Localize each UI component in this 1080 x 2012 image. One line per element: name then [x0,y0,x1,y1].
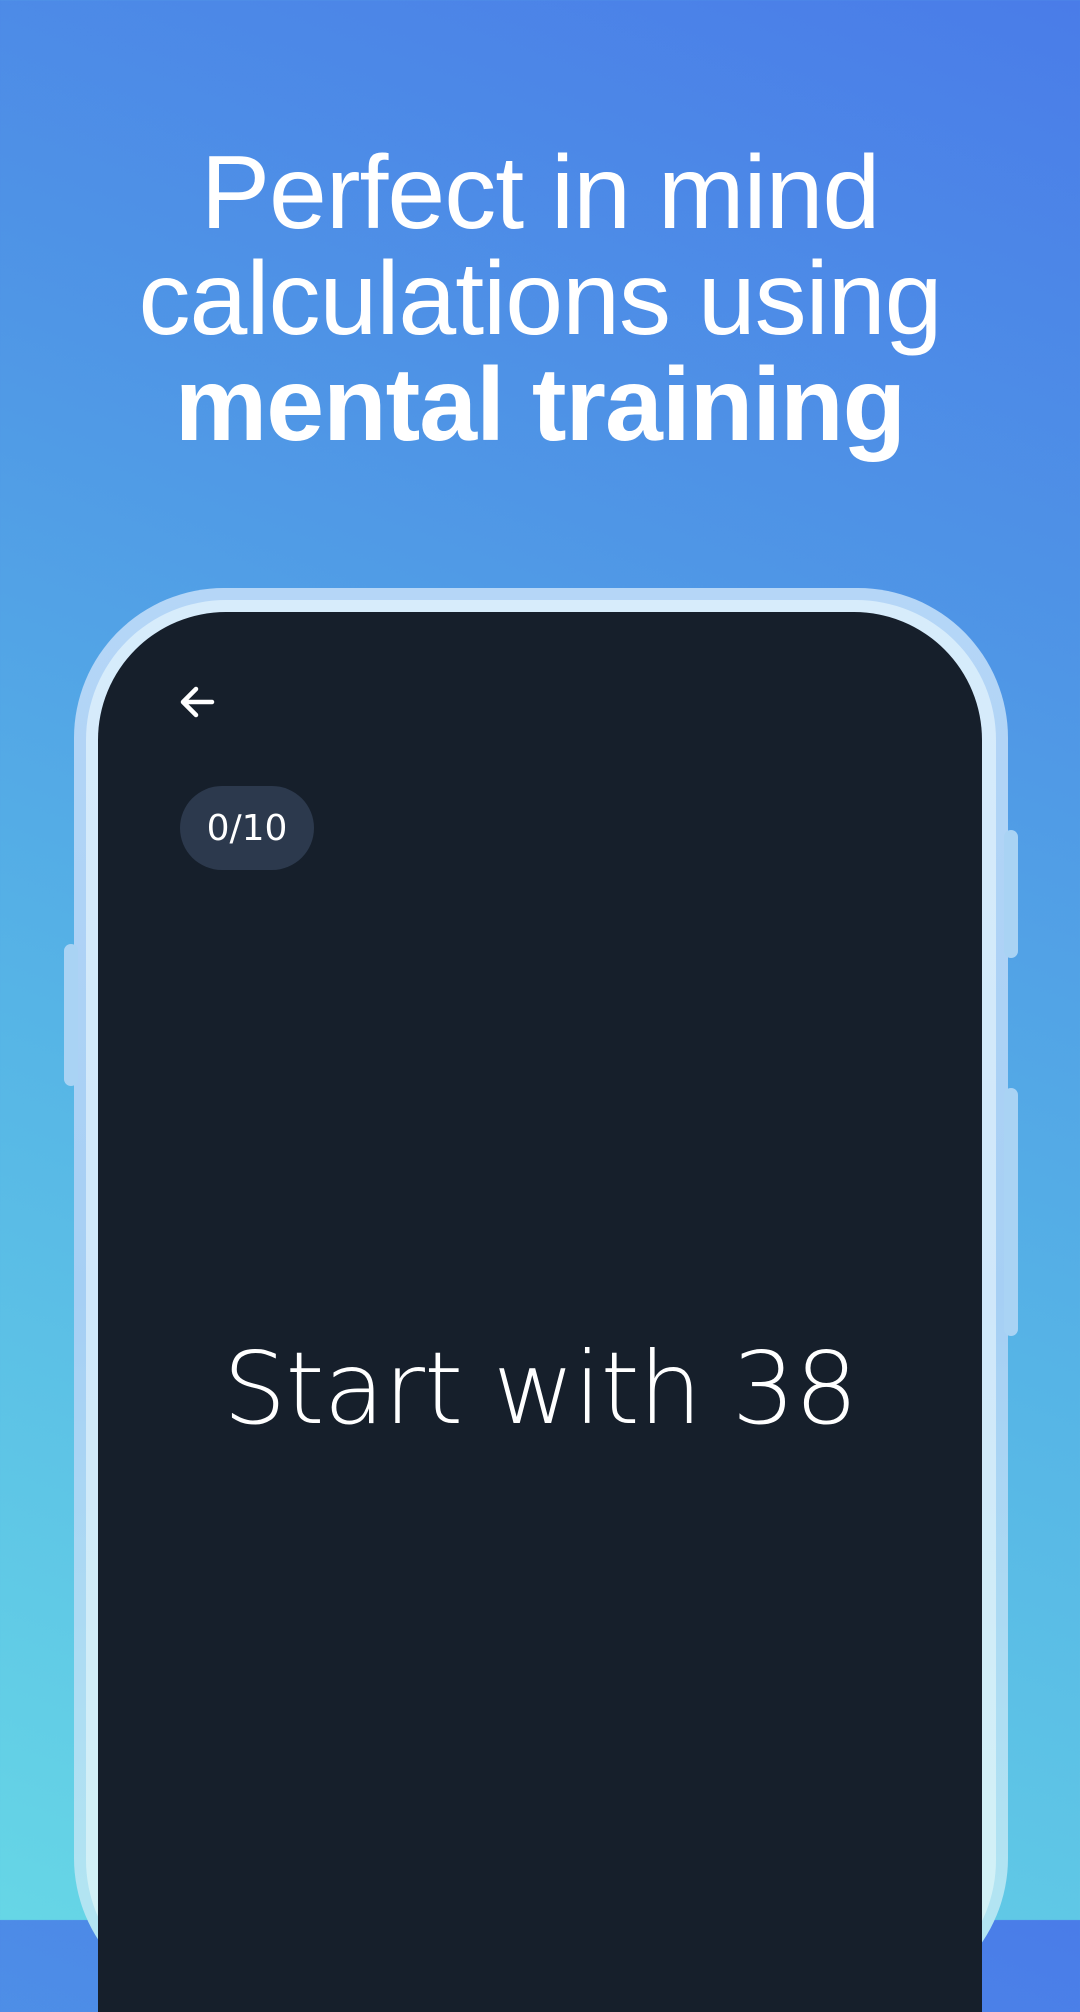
headline-line-3: mental training [174,347,906,463]
headline-line-1: Perfect in mind [200,135,881,251]
phone-side-button-left [64,944,78,1086]
phone-side-button-right-bottom [1004,1088,1018,1336]
phone-side-button-right-top [1004,830,1018,958]
headline-line-2: calculations using [138,241,943,357]
arrow-left-icon [176,680,220,729]
prompt-text: Start with 38 [222,1330,858,1447]
progress-counter-badge: 0/10 [180,786,314,870]
back-button[interactable] [170,676,226,732]
headline: Perfect in mind calculations using menta… [0,140,1080,458]
